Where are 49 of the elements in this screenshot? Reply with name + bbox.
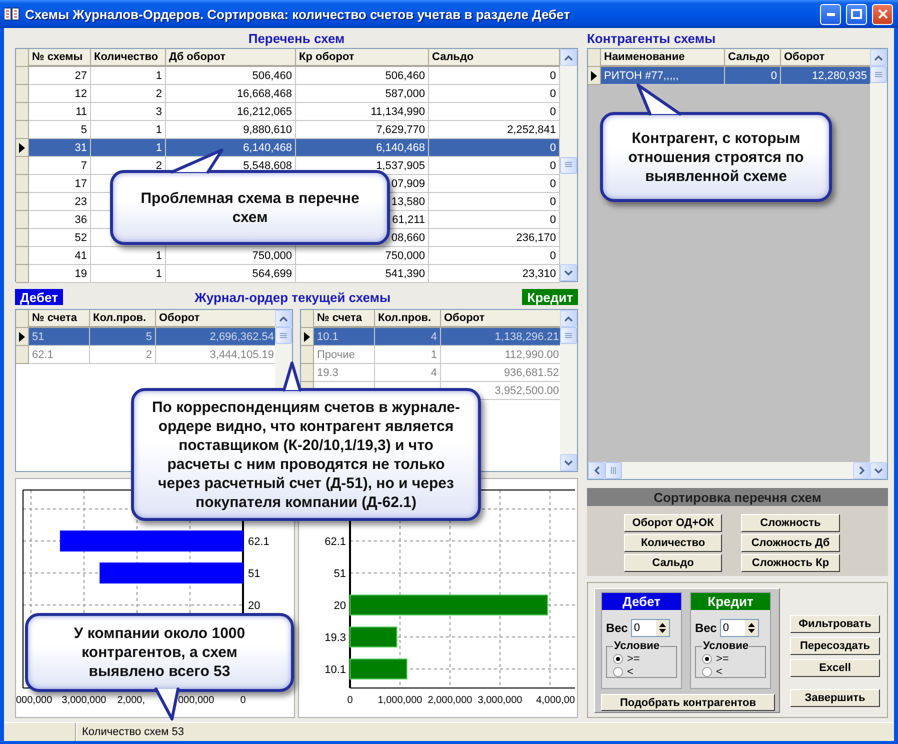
- tick-label: 0: [347, 695, 353, 706]
- table-cell: 0: [725, 67, 781, 85]
- tick-label: 2,000,000: [428, 695, 472, 706]
- category-label: 19.3: [324, 632, 346, 644]
- tick-label: 000,000: [178, 695, 214, 706]
- table-cell: 564,699: [166, 265, 296, 283]
- panel-header: Сортировка перечня схем: [587, 488, 888, 506]
- tick-label: 2,000,: [117, 695, 145, 706]
- field-label: Вес: [695, 621, 717, 635]
- table-cell: РИТОН #77,,,,,: [601, 67, 725, 85]
- table-cell: 23,310: [429, 265, 560, 283]
- category-label: 51: [334, 568, 346, 580]
- category-label: 10.1: [324, 664, 346, 676]
- annotation-tooltip: Контрагент, с которым отношения строятся по выявленной схеме: [600, 112, 832, 202]
- annotation-tooltip: Проблемная схема в перечне схем: [110, 170, 390, 245]
- tick-label: 1,000,000: [378, 695, 422, 706]
- window-title: Схемы Журналов-Ордеров. Сортировка: количество счетов учетав в разделе Дебет: [25, 6, 571, 22]
- tick-label: 3,000,000: [478, 695, 522, 706]
- section-title: Контрагенты схемы: [587, 30, 716, 46]
- section-title: Перечень схем: [248, 30, 345, 46]
- radio-label: <: [627, 666, 634, 678]
- annotation-tooltip: По корреспонденциям счетов в журнале-ордере видно, что контрагент является поставщиком (К-20/10,1/19,3) и что расчеты с ним проводятся не только через расчетный счет (Д-51), но и через покупателя компании (Д-62.1): [131, 388, 481, 521]
- field-label: Вес: [606, 621, 628, 635]
- group-label: Условие: [702, 640, 750, 652]
- tick-label: 3,000,000: [62, 695, 106, 706]
- category-label: 20: [334, 600, 346, 612]
- radio-label: >=: [627, 652, 640, 664]
- category-label: 20: [248, 600, 260, 612]
- table-cell: 62.1: [29, 346, 90, 364]
- table-cell: 19: [29, 265, 91, 283]
- credit-label: Кредит: [522, 289, 578, 305]
- group-label: Условие: [613, 640, 660, 652]
- category-label: 51: [248, 568, 260, 580]
- annotation-tooltip: У компании около 1000 контрагентов, а схем выявлено всего 53: [25, 613, 294, 692]
- radio-label: >=: [716, 652, 729, 664]
- tick-label: 0: [240, 695, 246, 706]
- category-label: 62.1: [248, 536, 270, 548]
- category-label: 62.1: [324, 536, 346, 548]
- table-cell: 541,390: [296, 265, 429, 283]
- radio-label: <: [716, 666, 722, 678]
- tick-label: 4,000,00: [536, 695, 575, 706]
- group-header: Кредит: [691, 593, 770, 610]
- table-cell: 1: [91, 265, 166, 283]
- section-title: Журнал-ордер текущей схемы: [194, 290, 391, 304]
- tick-label: 000,000: [16, 695, 52, 706]
- status-text: Количество схем 53: [82, 726, 184, 738]
- table-cell: 2: [90, 346, 156, 364]
- group-header: Дебет: [602, 593, 681, 610]
- debit-label: Дебет: [15, 289, 63, 305]
